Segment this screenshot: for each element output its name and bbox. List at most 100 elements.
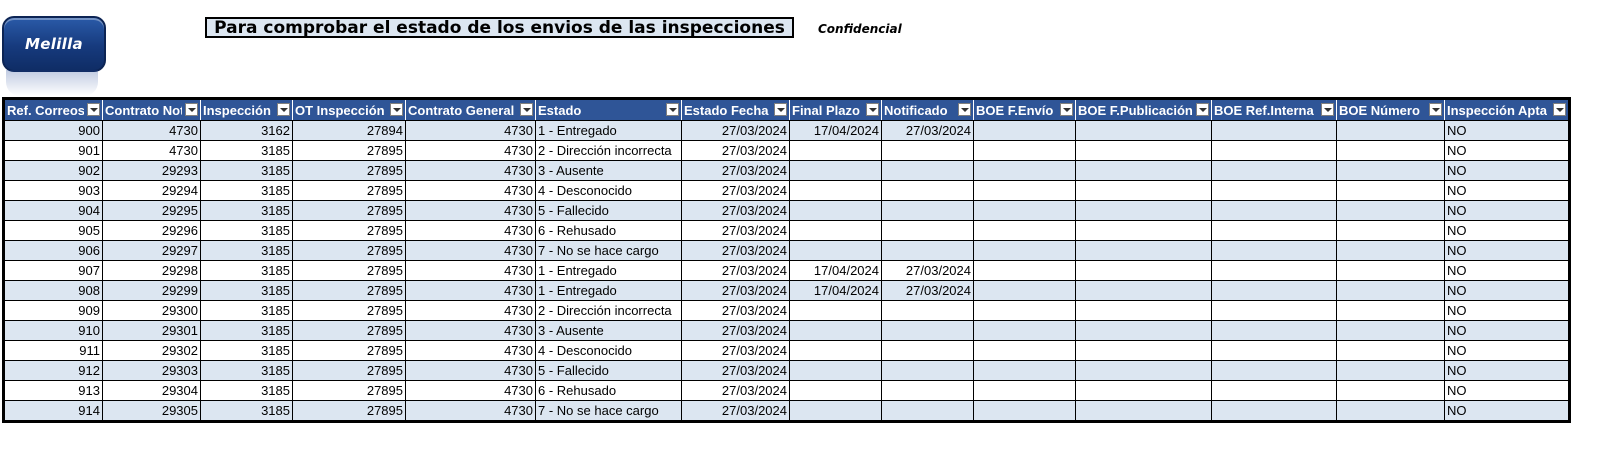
table-cell[interactable] bbox=[789, 380, 882, 401]
table-cell[interactable] bbox=[1211, 260, 1337, 281]
table-cell[interactable] bbox=[789, 200, 882, 221]
filter-dropdown-icon[interactable] bbox=[390, 103, 403, 116]
table-cell[interactable] bbox=[1336, 140, 1445, 161]
table-cell[interactable] bbox=[881, 140, 974, 161]
filter-dropdown-icon[interactable] bbox=[958, 103, 971, 116]
table-cell[interactable] bbox=[1336, 320, 1445, 341]
table-cell[interactable]: 29303 bbox=[102, 360, 201, 381]
table-cell[interactable]: 29300 bbox=[102, 300, 201, 321]
table-cell[interactable]: 3 - Ausente bbox=[535, 320, 682, 341]
table-cell[interactable] bbox=[1336, 240, 1445, 261]
table-cell[interactable] bbox=[973, 240, 1076, 261]
table-cell[interactable]: 17/04/2024 bbox=[789, 280, 882, 301]
column-header[interactable]: Estado bbox=[535, 98, 682, 121]
table-cell[interactable]: 27895 bbox=[292, 200, 406, 221]
filter-dropdown-icon[interactable] bbox=[866, 103, 879, 116]
filter-dropdown-icon[interactable] bbox=[277, 103, 290, 116]
table-cell[interactable] bbox=[1211, 220, 1337, 241]
table-cell[interactable] bbox=[1075, 280, 1212, 301]
table-cell[interactable]: 29296 bbox=[102, 220, 201, 241]
table-cell[interactable]: 3185 bbox=[200, 140, 293, 161]
table-cell[interactable] bbox=[1211, 140, 1337, 161]
column-header[interactable]: BOE Número bbox=[1336, 98, 1445, 121]
table-cell[interactable]: 29297 bbox=[102, 240, 201, 261]
table-cell[interactable]: 4730 bbox=[405, 220, 536, 241]
table-cell[interactable]: 3185 bbox=[200, 160, 293, 181]
table-cell[interactable]: 3185 bbox=[200, 220, 293, 241]
table-cell[interactable]: 27/03/2024 bbox=[681, 120, 790, 141]
table-cell[interactable] bbox=[1075, 300, 1212, 321]
table-cell[interactable]: 3185 bbox=[200, 400, 293, 422]
table-cell[interactable] bbox=[789, 300, 882, 321]
table-cell[interactable]: 27/03/2024 bbox=[681, 360, 790, 381]
table-cell[interactable] bbox=[881, 180, 974, 201]
table-cell[interactable]: 2 - Dirección incorrecta bbox=[535, 140, 682, 161]
table-cell[interactable]: 911 bbox=[3, 340, 103, 361]
column-header[interactable]: Ref. Correos bbox=[3, 98, 103, 121]
table-cell[interactable]: 904 bbox=[3, 200, 103, 221]
table-cell[interactable]: 4730 bbox=[405, 340, 536, 361]
table-cell[interactable] bbox=[881, 340, 974, 361]
column-header[interactable]: Final Plazo bbox=[789, 98, 882, 121]
table-cell[interactable] bbox=[789, 240, 882, 261]
table-cell[interactable] bbox=[789, 320, 882, 341]
table-cell[interactable]: 4730 bbox=[405, 260, 536, 281]
table-cell[interactable]: 29298 bbox=[102, 260, 201, 281]
table-cell[interactable] bbox=[881, 360, 974, 381]
table-cell[interactable]: 3185 bbox=[200, 380, 293, 401]
table-cell[interactable]: 29293 bbox=[102, 160, 201, 181]
table-cell[interactable] bbox=[1075, 240, 1212, 261]
table-cell[interactable]: 4730 bbox=[405, 360, 536, 381]
filter-dropdown-icon[interactable] bbox=[1196, 103, 1209, 116]
table-cell[interactable] bbox=[789, 160, 882, 181]
table-cell[interactable] bbox=[973, 360, 1076, 381]
filter-dropdown-icon[interactable] bbox=[1321, 103, 1334, 116]
column-header[interactable]: Inspección bbox=[200, 98, 293, 121]
table-cell[interactable]: 3185 bbox=[200, 340, 293, 361]
table-cell[interactable]: 4730 bbox=[405, 120, 536, 141]
table-cell[interactable]: 27/03/2024 bbox=[681, 160, 790, 181]
table-cell[interactable] bbox=[1211, 320, 1337, 341]
column-header[interactable]: Contrato Not bbox=[102, 98, 201, 121]
table-cell[interactable]: 5 - Fallecido bbox=[535, 200, 682, 221]
table-cell[interactable] bbox=[881, 160, 974, 181]
table-cell[interactable]: 900 bbox=[3, 120, 103, 141]
column-header[interactable]: Inspección Apta bbox=[1444, 98, 1570, 121]
table-cell[interactable]: 27/03/2024 bbox=[681, 140, 790, 161]
table-cell[interactable]: 906 bbox=[3, 240, 103, 261]
table-cell[interactable]: 907 bbox=[3, 260, 103, 281]
table-cell[interactable]: 27/03/2024 bbox=[681, 200, 790, 221]
table-cell[interactable]: 910 bbox=[3, 320, 103, 341]
table-cell[interactable] bbox=[973, 200, 1076, 221]
column-header[interactable]: BOE F.Envío bbox=[973, 98, 1076, 121]
table-cell[interactable] bbox=[973, 220, 1076, 241]
column-header[interactable]: BOE Ref.Interna bbox=[1211, 98, 1337, 121]
table-cell[interactable]: 27895 bbox=[292, 140, 406, 161]
table-cell[interactable]: 27/03/2024 bbox=[681, 180, 790, 201]
filter-dropdown-icon[interactable] bbox=[1553, 103, 1566, 116]
table-cell[interactable]: 4730 bbox=[102, 120, 201, 141]
table-cell[interactable] bbox=[1075, 220, 1212, 241]
table-cell[interactable]: 3185 bbox=[200, 360, 293, 381]
table-cell[interactable]: 5 - Fallecido bbox=[535, 360, 682, 381]
table-cell[interactable] bbox=[881, 300, 974, 321]
table-cell[interactable]: 3185 bbox=[200, 240, 293, 261]
table-cell[interactable] bbox=[789, 180, 882, 201]
table-cell[interactable]: NO bbox=[1444, 180, 1570, 201]
table-cell[interactable]: 27895 bbox=[292, 160, 406, 181]
table-cell[interactable]: 3185 bbox=[200, 180, 293, 201]
table-cell[interactable]: 3185 bbox=[200, 200, 293, 221]
table-cell[interactable]: NO bbox=[1444, 200, 1570, 221]
table-cell[interactable]: 27895 bbox=[292, 260, 406, 281]
table-cell[interactable]: 909 bbox=[3, 300, 103, 321]
table-cell[interactable]: 27/03/2024 bbox=[681, 280, 790, 301]
table-cell[interactable] bbox=[1336, 380, 1445, 401]
table-cell[interactable]: 903 bbox=[3, 180, 103, 201]
table-cell[interactable]: 27/03/2024 bbox=[681, 220, 790, 241]
table-cell[interactable]: 3162 bbox=[200, 120, 293, 141]
table-cell[interactable] bbox=[973, 340, 1076, 361]
table-cell[interactable]: NO bbox=[1444, 360, 1570, 381]
table-cell[interactable]: NO bbox=[1444, 260, 1570, 281]
table-cell[interactable]: 901 bbox=[3, 140, 103, 161]
table-cell[interactable]: 4730 bbox=[405, 320, 536, 341]
